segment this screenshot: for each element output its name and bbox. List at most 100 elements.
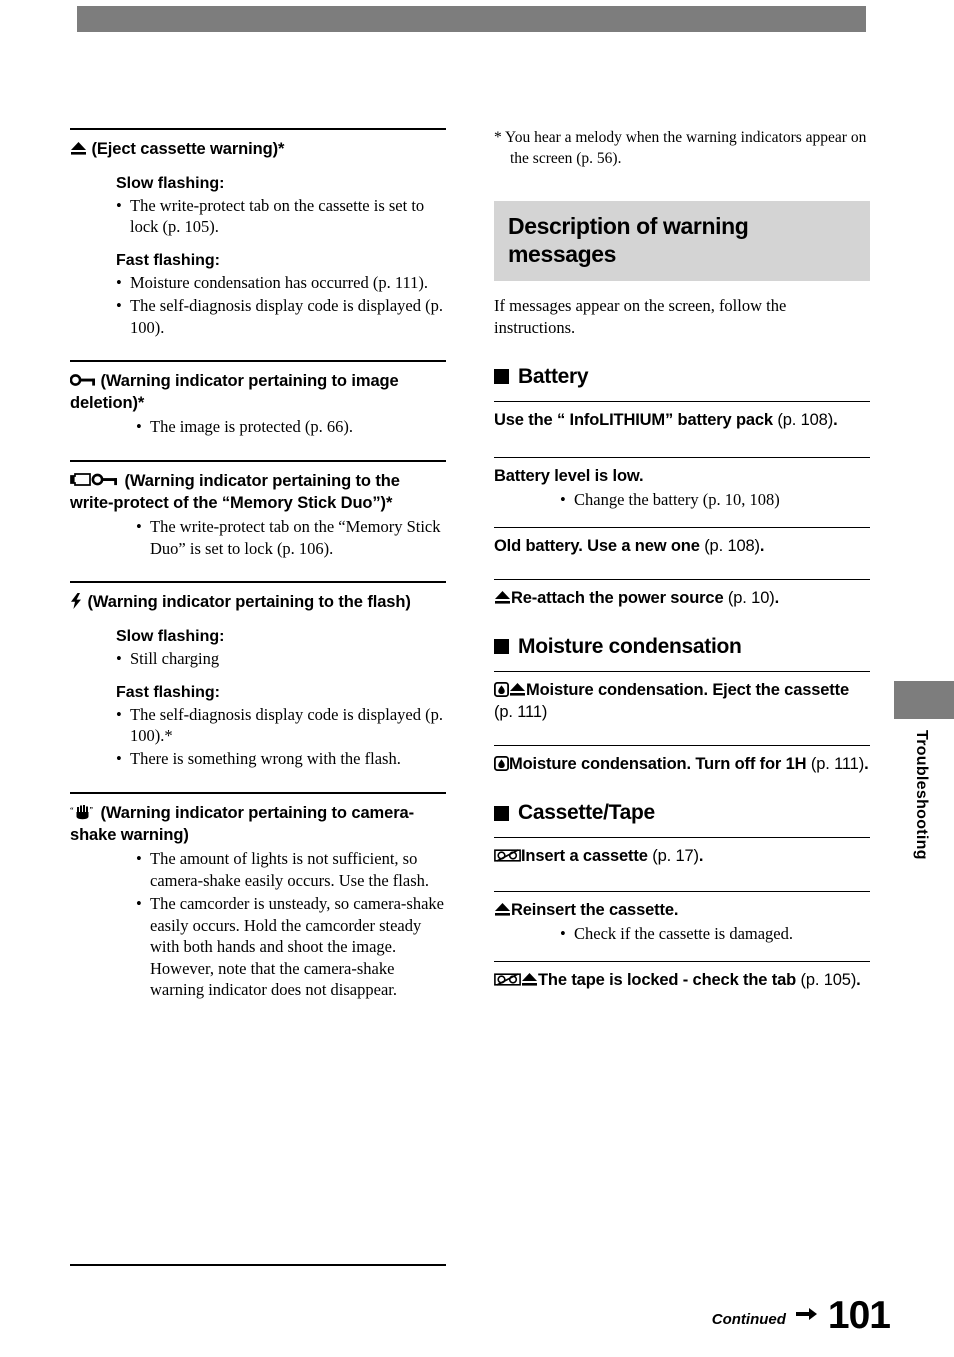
message-tail: .	[698, 847, 704, 866]
side-tab-label: Troubleshooting	[913, 730, 930, 860]
section-title-banner: Description of warning messages	[494, 201, 870, 282]
group-heading-text: Battery	[518, 364, 589, 388]
page-ref: (p. 10)	[727, 588, 775, 607]
warning-message: Moisture condensation. Turn off for 1H (…	[494, 753, 870, 775]
message-text: Moisture condensation. Eject the cassett…	[526, 680, 850, 699]
section-divider	[70, 359, 446, 362]
list-item: The self-diagnosis display code is displ…	[116, 295, 446, 338]
moisture-icon	[494, 755, 509, 771]
bullet-list: The write-protect tab on the cassette is…	[116, 195, 446, 238]
warning-heading: (Eject cassette warning)*	[70, 139, 446, 161]
warning-heading: (Warning indicator pertaining to image d…	[70, 371, 446, 415]
warning-heading: (Warning indicator pertaining to the fla…	[70, 592, 446, 614]
bullet-list: The self-diagnosis display code is displ…	[116, 704, 446, 771]
eject-icon	[509, 682, 526, 697]
square-bullet-icon	[494, 639, 509, 655]
warning-heading: (Warning indicator pertaining to the wri…	[70, 471, 446, 515]
square-bullet-icon	[494, 805, 509, 821]
warning-message: Use the “ InfoLITHIUM” battery pack (p. …	[494, 409, 870, 431]
section-intro: If messages appear on the screen, follow…	[494, 296, 787, 338]
key-icon	[70, 374, 96, 388]
flash-rate-label: Fast flashing:	[116, 683, 221, 701]
message-text: Re-attach the power source	[511, 588, 728, 607]
warning-message: Battery level is low.	[494, 465, 870, 487]
message-text: Moisture condensation. Turn off for 1H	[509, 754, 811, 773]
eject-icon	[70, 141, 87, 156]
cassette-icon	[494, 972, 521, 987]
continued-label: Continued	[711, 1311, 786, 1328]
message-text: Insert a cassette	[521, 847, 653, 866]
message-divider	[494, 456, 870, 458]
warning-section-flash: (Warning indicator pertaining to the fla…	[70, 581, 446, 770]
group-heading-text: Cassette/Tape	[518, 801, 655, 825]
flash-icon	[70, 593, 83, 610]
list-item: Change the battery (p. 10, 108)	[560, 489, 870, 511]
page-footer: Continued 101	[711, 1294, 891, 1337]
bullet-list: The amount of lights is not sufficient, …	[136, 848, 446, 1000]
manual-page: (Eject cassette warning)* Slow flashing:…	[0, 0, 954, 1357]
warning-message: Old battery. Use a new one (p. 108).	[494, 535, 870, 557]
list-item: The image is protected (p. 66).	[136, 416, 446, 438]
message-divider	[494, 526, 870, 528]
hand-shake-icon: “”	[70, 804, 96, 820]
left-column-bottom-divider	[70, 1264, 446, 1266]
message-text: The tape is locked - check the tab	[538, 970, 801, 989]
section-divider	[70, 128, 446, 130]
page-ref: (p. 17)	[652, 847, 699, 866]
message-text: Old battery. Use a new one	[494, 536, 705, 555]
eject-icon	[494, 590, 511, 605]
square-bullet-icon	[494, 369, 509, 385]
message-tail: .	[856, 970, 861, 989]
list-item: Check if the cassette is damaged.	[560, 923, 870, 945]
list-item: The write-protect tab on the cassette is…	[116, 195, 446, 238]
page-ref: (p. 105)	[800, 970, 857, 989]
warning-message: Insert a cassette (p. 17).	[494, 845, 870, 867]
list-item: Still charging	[116, 648, 446, 670]
bullet-list: Still charging	[116, 648, 446, 670]
top-bar-decoration	[77, 6, 866, 32]
message-divider	[494, 744, 870, 746]
list-item: The amount of lights is not sufficient, …	[136, 848, 446, 891]
group-heading-cassette: Cassette/Tape	[494, 801, 870, 825]
message-divider	[494, 400, 870, 402]
page-ref: (p. 108)	[704, 536, 760, 555]
warning-message: Re-attach the power source (p. 10).	[494, 587, 870, 609]
page-ref: (p. 108)	[777, 410, 834, 429]
warning-heading-text: (Warning indicator pertaining to the fla…	[87, 593, 411, 612]
cassette-icon	[494, 848, 521, 863]
warning-message: Moisture condensation. Eject the cassett…	[494, 679, 870, 723]
bullet-list: The image is protected (p. 66).	[136, 416, 446, 438]
message-text: Reinsert the cassette.	[511, 901, 679, 920]
warning-message: The tape is locked - check the tab (p. 1…	[494, 969, 870, 991]
page-ref: (p. 111)	[494, 702, 548, 721]
moisture-icon	[494, 681, 509, 697]
flash-rate-label: Fast flashing:	[116, 251, 221, 269]
warning-heading-text: (Warning indicator pertaining to camera-…	[70, 803, 414, 844]
section-title: Description of warning messages	[508, 213, 749, 268]
warning-section-camera-shake: “” (Warning indicator pertaining to came…	[70, 791, 446, 1001]
warning-heading: “” (Warning indicator pertaining to came…	[70, 803, 446, 847]
arrow-right-icon	[795, 1307, 818, 1335]
group-heading-battery: Battery	[494, 365, 870, 389]
svg-text:“: “	[70, 806, 74, 814]
warning-section-image-deletion: (Warning indicator pertaining to image d…	[70, 359, 446, 438]
message-text: Battery level is low.	[494, 466, 644, 485]
flash-rate-label: Slow flashing:	[116, 174, 225, 192]
page-number: 101	[827, 1294, 891, 1337]
section-divider	[70, 581, 446, 584]
message-tail: .	[759, 536, 765, 555]
list-item: There is something wrong with the flash.	[116, 748, 446, 770]
message-tail: .	[774, 588, 780, 607]
svg-text:”: ”	[90, 806, 94, 814]
list-item: The self-diagnosis display code is displ…	[116, 704, 446, 747]
bullet-list: Check if the cassette is damaged.	[560, 923, 870, 945]
footnote: * You hear a melody when the warning ind…	[494, 129, 867, 167]
eject-icon	[521, 972, 538, 987]
message-divider	[494, 578, 870, 580]
eject-icon	[494, 902, 511, 917]
bullet-list: Change the battery (p. 10, 108)	[560, 489, 870, 511]
message-divider	[494, 960, 870, 962]
